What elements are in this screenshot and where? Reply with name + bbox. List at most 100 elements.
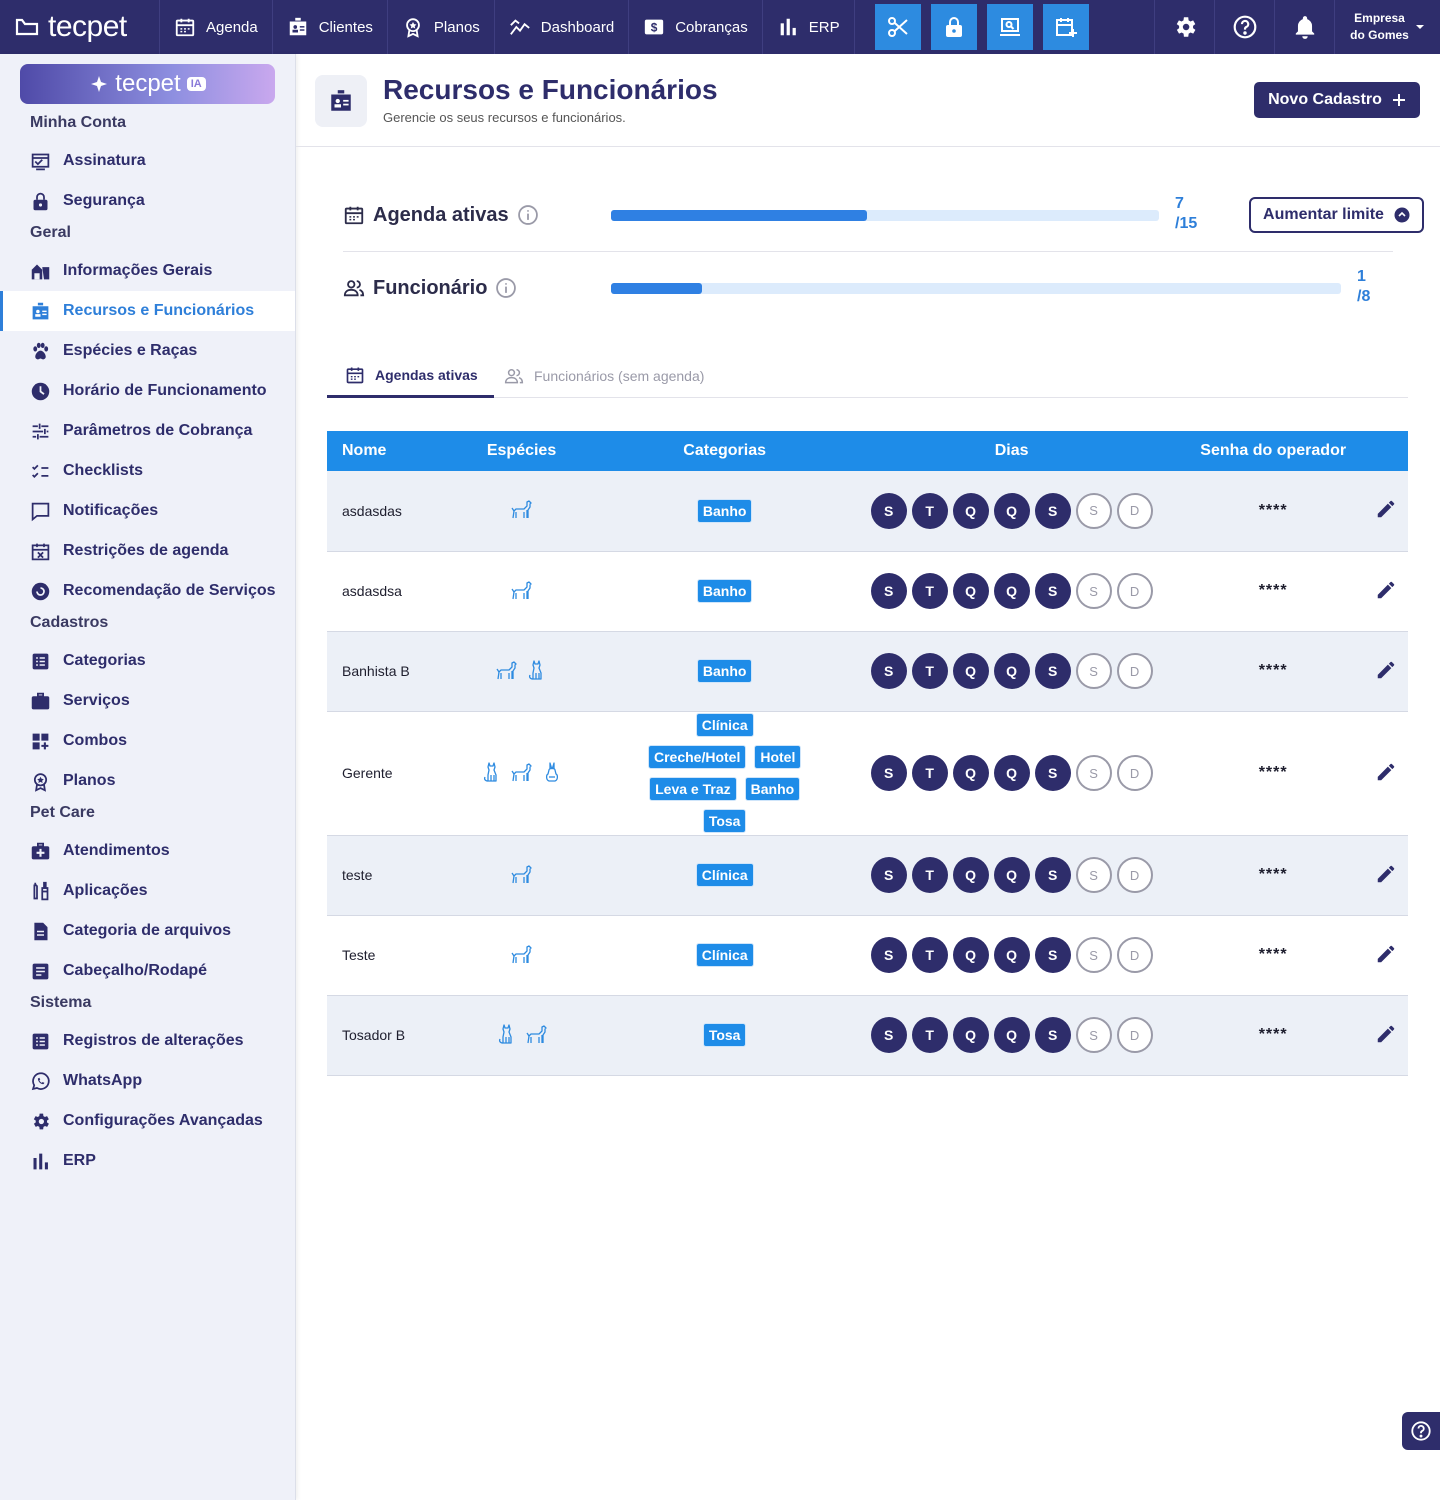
table-row[interactable]: Teste Clínica S T Q Q S S D ****	[327, 915, 1408, 995]
tab-employees-no-agenda[interactable]: Funcionários (sem agenda)	[504, 354, 704, 398]
sidebar-item-recursos-e-funcionarios[interactable]: Recursos e Funcionários	[0, 291, 295, 331]
tecpet-ia-button[interactable]: tecpet IA	[20, 64, 275, 104]
weekday-toggle[interactable]: Q	[993, 492, 1030, 529]
weekday-toggle[interactable]: Q	[993, 857, 1030, 893]
sidebar-item-servicos[interactable]: Serviços	[0, 681, 295, 721]
weekday-toggle[interactable]: Q	[952, 755, 989, 791]
weekday-toggle[interactable]: Q	[952, 1017, 989, 1053]
tecpet-logo[interactable]: tecpet	[0, 0, 160, 54]
weekday-toggle[interactable]: Q	[952, 492, 989, 529]
info-icon[interactable]	[495, 277, 517, 299]
edit-pencil-icon[interactable]	[1375, 579, 1397, 601]
weekday-toggle[interactable]: Q	[993, 937, 1030, 973]
weekday-toggle[interactable]: S	[870, 653, 907, 689]
weekday-toggle[interactable]: D	[1116, 1017, 1153, 1053]
edit-pencil-icon[interactable]	[1375, 761, 1397, 783]
weekday-toggle[interactable]: T	[911, 857, 948, 893]
weekday-toggle[interactable]: T	[911, 755, 948, 791]
weekday-toggle[interactable]: S	[1034, 573, 1071, 609]
weekday-toggle[interactable]: Q	[952, 937, 989, 973]
info-icon[interactable]	[517, 204, 539, 226]
weekday-toggle[interactable]: Q	[952, 653, 989, 689]
table-row[interactable]: Tosador B Tosa S T Q Q S S D ****	[327, 995, 1408, 1075]
weekday-toggle[interactable]: Q	[952, 573, 989, 609]
weekday-toggle[interactable]: S	[1034, 653, 1071, 689]
weekday-toggle[interactable]: D	[1116, 573, 1153, 609]
sidebar-item-horario-de-funcionamento[interactable]: Horário de Funcionamento	[0, 371, 295, 411]
edit-pencil-icon[interactable]	[1375, 498, 1397, 520]
weekday-toggle[interactable]: Q	[952, 857, 989, 893]
bell-button[interactable]	[1274, 0, 1334, 54]
weekday-toggle[interactable]: S	[1075, 755, 1112, 791]
sidebar-item-recomendacao-de-servicos[interactable]: Recomendação de Serviços	[0, 571, 295, 611]
nav-dashboard[interactable]: Dashboard	[495, 0, 630, 54]
sidebar-item-registros-de-alteracoes[interactable]: Registros de alterações	[0, 1021, 295, 1061]
sidebar-item-notificacoes[interactable]: Notificações	[0, 491, 295, 531]
weekday-toggle[interactable]: S	[1034, 857, 1071, 893]
sidebar-item-checklists[interactable]: Checklists	[0, 451, 295, 491]
weekday-toggle[interactable]: D	[1116, 653, 1153, 689]
help-chat-button[interactable]	[1402, 1412, 1440, 1450]
weekday-toggle[interactable]: S	[1075, 492, 1112, 529]
weekday-toggle[interactable]: D	[1116, 492, 1153, 529]
weekday-toggle[interactable]: Q	[993, 653, 1030, 689]
raise-limit-button[interactable]: Aumentar limite	[1249, 197, 1424, 233]
weekday-toggle[interactable]: Q	[993, 1017, 1030, 1053]
weekday-toggle[interactable]: S	[870, 492, 907, 529]
tab-active-agendas[interactable]: Agendas ativas	[327, 354, 494, 398]
nav-planos[interactable]: Planos	[388, 0, 495, 54]
help-circle-button[interactable]	[1214, 0, 1274, 54]
nav-erp[interactable]: ERP	[763, 0, 855, 54]
gear-button[interactable]	[1154, 0, 1214, 54]
sidebar-item-seguranca[interactable]: Segurança	[0, 181, 295, 221]
weekday-toggle[interactable]: Q	[993, 755, 1030, 791]
laptop-search-quick-button[interactable]	[986, 4, 1033, 50]
sidebar-item-categorias[interactable]: Categorias	[0, 641, 295, 681]
table-row[interactable]: asdasdsa Banho S T Q Q S S D ****	[327, 551, 1408, 631]
sidebar-item-especies-e-racas[interactable]: Espécies e Raças	[0, 331, 295, 371]
sidebar-item-restricoes-de-agenda[interactable]: Restrições de agenda	[0, 531, 295, 571]
edit-pencil-icon[interactable]	[1375, 659, 1397, 681]
sidebar-item-atendimentos[interactable]: Atendimentos	[0, 831, 295, 871]
weekday-toggle[interactable]: T	[911, 937, 948, 973]
weekday-toggle[interactable]: S	[1034, 937, 1071, 973]
nav-agenda[interactable]: Agenda	[160, 0, 273, 54]
edit-pencil-icon[interactable]	[1375, 943, 1397, 965]
weekday-toggle[interactable]: T	[911, 1017, 948, 1053]
table-row[interactable]: asdasdas Banho S T Q Q S S D ****	[327, 471, 1408, 551]
edit-pencil-icon[interactable]	[1375, 1023, 1397, 1045]
nav-clientes[interactable]: Clientes	[273, 0, 388, 54]
weekday-toggle[interactable]: D	[1116, 857, 1153, 893]
weekday-toggle[interactable]: S	[1075, 857, 1112, 893]
weekday-toggle[interactable]: S	[870, 573, 907, 609]
weekday-toggle[interactable]: S	[870, 1017, 907, 1053]
weekday-toggle[interactable]: T	[911, 573, 948, 609]
weekday-toggle[interactable]: T	[911, 653, 948, 689]
scissors-quick-button[interactable]	[874, 4, 921, 50]
sidebar-item-whatsapp[interactable]: WhatsApp	[0, 1061, 295, 1101]
weekday-toggle[interactable]: S	[1075, 653, 1112, 689]
sidebar-item-combos[interactable]: Combos	[0, 721, 295, 761]
new-record-button[interactable]: Novo Cadastro	[1254, 82, 1420, 118]
weekday-toggle[interactable]: S	[870, 857, 907, 893]
sidebar-item-erp[interactable]: ERP	[0, 1141, 295, 1181]
weekday-toggle[interactable]: S	[1075, 937, 1112, 973]
weekday-toggle[interactable]: S	[1075, 573, 1112, 609]
calendar-plus-quick-button[interactable]	[1042, 4, 1089, 50]
sidebar-item-parametros-de-cobranca[interactable]: Parâmetros de Cobrança	[0, 411, 295, 451]
sidebar-item-configuracoes-avancadas[interactable]: Configurações Avançadas	[0, 1101, 295, 1141]
sidebar-item-assinatura[interactable]: Assinatura	[0, 141, 295, 181]
table-row[interactable]: Gerente Clínica Creche/Hotel Hotel Leva e Tr…	[327, 711, 1408, 835]
lock-quick-button[interactable]	[930, 4, 977, 50]
weekday-toggle[interactable]: S	[870, 937, 907, 973]
weekday-toggle[interactable]: S	[1034, 755, 1071, 791]
weekday-toggle[interactable]: S	[870, 755, 907, 791]
sidebar-item-planos[interactable]: Planos	[0, 761, 295, 801]
edit-pencil-icon[interactable]	[1375, 863, 1397, 885]
sidebar-item-aplicacoes[interactable]: Aplicações	[0, 871, 295, 911]
weekday-toggle[interactable]: T	[911, 492, 948, 529]
sidebar-item-cabecalho-rodape[interactable]: Cabeçalho/Rodapé	[0, 951, 295, 991]
sidebar-item-informacoes-gerais[interactable]: Informações Gerais	[0, 251, 295, 291]
table-row[interactable]: teste Clínica S T Q Q S S D ****	[327, 835, 1408, 915]
nav-cobran-as[interactable]: $ Cobranças	[629, 0, 763, 54]
